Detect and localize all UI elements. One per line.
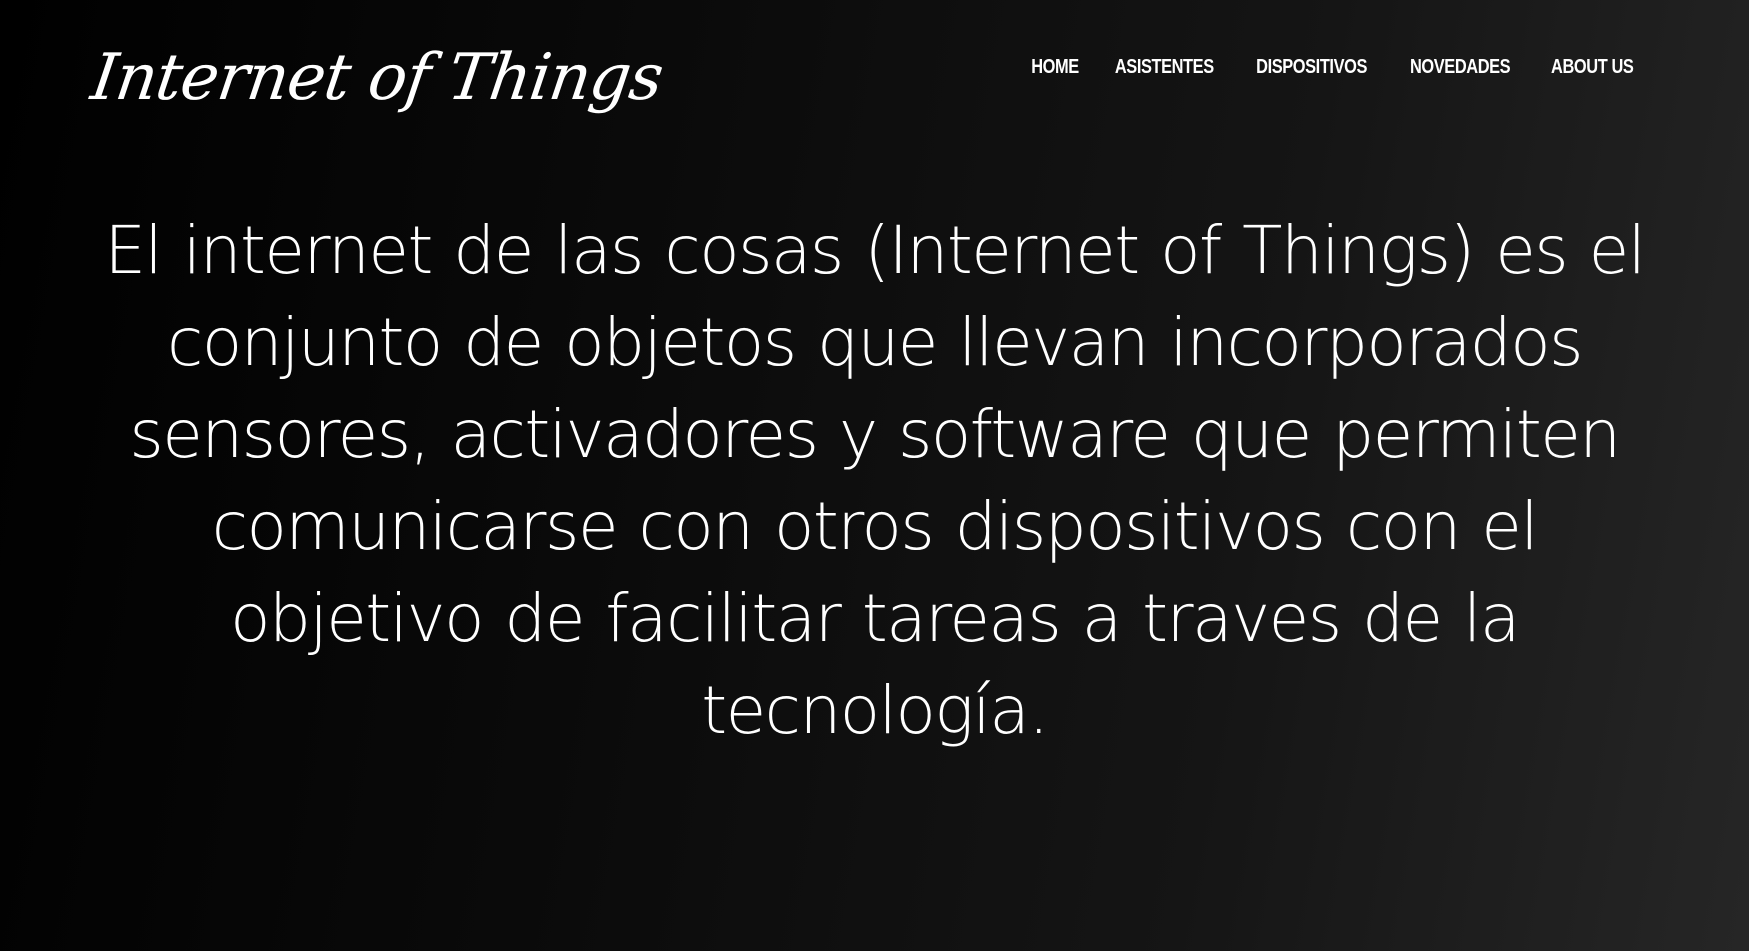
site-header: Internet of Things HOME ASISTENTES DISPO…: [0, 0, 1749, 140]
nav-link-home[interactable]: HOME: [1031, 56, 1079, 79]
nav-link-dispositivos[interactable]: DISPOSITIVOS: [1256, 56, 1367, 79]
nav-link-about-us[interactable]: ABOUT US: [1551, 56, 1634, 79]
intro-paragraph: El internet de las cosas (Internet of Th…: [104, 212, 1646, 749]
hero-section: El internet de las cosas (Internet of Th…: [100, 205, 1649, 757]
nav-link-asistentes[interactable]: ASISTENTES: [1114, 56, 1213, 79]
nav-link-novedades[interactable]: NOVEDADES: [1410, 56, 1511, 79]
main-nav: HOME ASISTENTES DISPOSITIVOS NOVEDADES A…: [1026, 56, 1642, 79]
site-logo[interactable]: Internet of Things: [86, 38, 667, 118]
